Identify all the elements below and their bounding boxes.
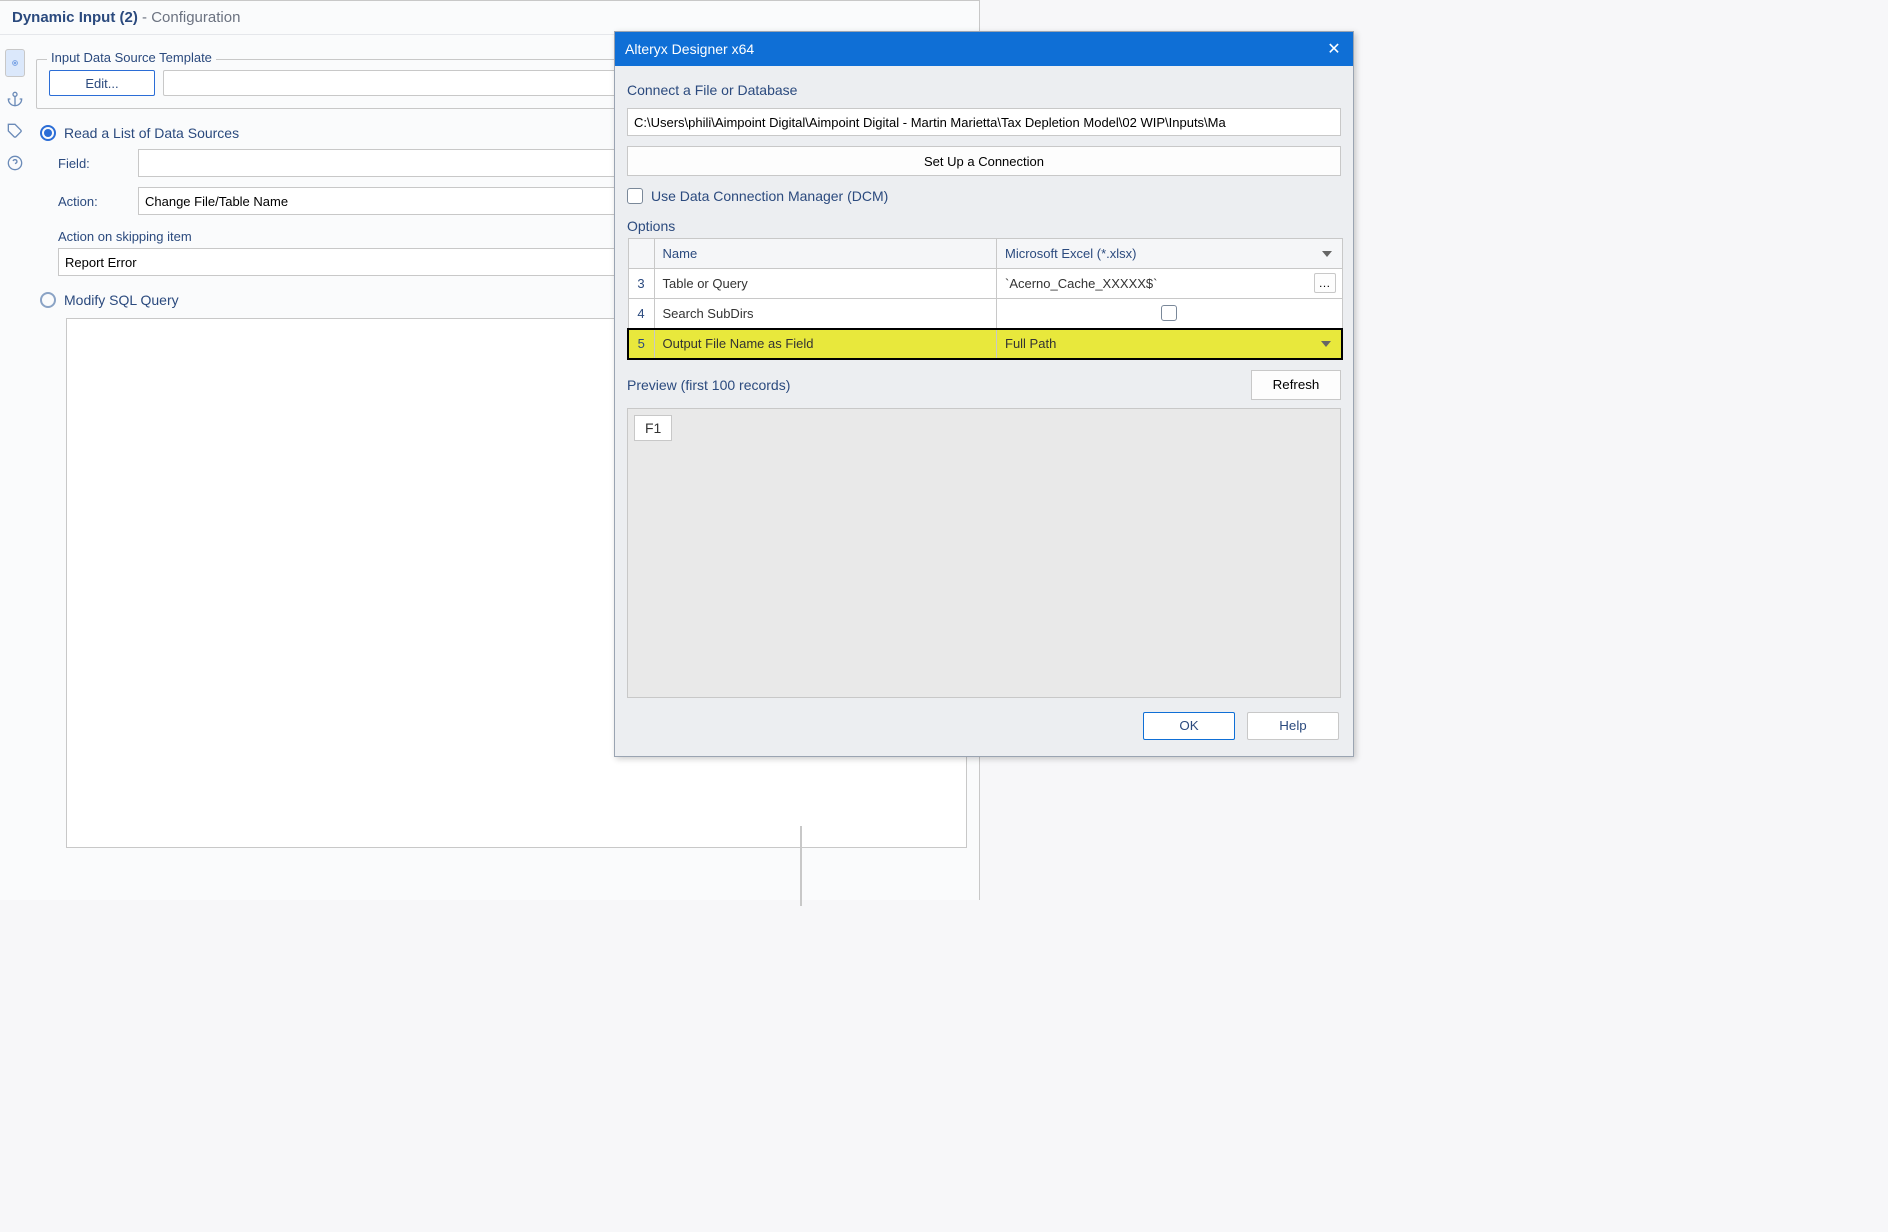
opt-name: Table or Query — [654, 269, 997, 299]
dcm-checkbox-row[interactable]: Use Data Connection Manager (DCM) — [627, 188, 1341, 204]
output-filename-select[interactable]: Full Path — [997, 329, 1343, 359]
field-label: Field: — [58, 156, 128, 171]
setup-connection-button[interactable]: Set Up a Connection — [627, 146, 1341, 176]
options-corner — [628, 239, 654, 269]
help-icon[interactable] — [5, 153, 25, 173]
opt-value: `Acerno_Cache_XXXXX$` — [1005, 276, 1157, 291]
radio-selected-icon — [40, 125, 56, 141]
config-suffix: - Configuration — [142, 9, 240, 26]
preview-column-header[interactable]: F1 — [634, 415, 672, 441]
opt-value: Full Path — [1005, 336, 1056, 351]
edit-button[interactable]: Edit... — [49, 70, 155, 96]
row-num: 4 — [628, 299, 654, 329]
ellipsis-button[interactable]: … — [1314, 273, 1336, 293]
table-row: 4 Search SubDirs — [628, 299, 1342, 329]
search-subdirs-cell[interactable] — [997, 299, 1343, 329]
options-heading: Options — [627, 218, 1353, 234]
row-num: 5 — [628, 329, 654, 359]
help-button[interactable]: Help — [1247, 712, 1339, 740]
opt-name: Output File Name as Field — [654, 329, 997, 359]
canvas-divider — [800, 826, 802, 906]
config-icon-rail — [0, 37, 30, 173]
options-table: Name Microsoft Excel (*.xlsx) 3 Table or… — [627, 238, 1343, 360]
dialog-titlebar: Alteryx Designer x64 ✕ — [615, 32, 1353, 66]
radio-unselected-icon — [40, 292, 56, 308]
tool-name: Dynamic Input (2) — [12, 9, 138, 26]
checkbox-icon — [627, 188, 643, 204]
close-icon[interactable]: ✕ — [1325, 40, 1343, 58]
refresh-button[interactable]: Refresh — [1251, 370, 1341, 400]
anchor-icon[interactable] — [5, 89, 25, 109]
read-list-label: Read a List of Data Sources — [64, 125, 239, 141]
checkbox-icon — [1161, 305, 1177, 321]
preview-label: Preview (first 100 records) — [627, 377, 790, 393]
modify-sql-label: Modify SQL Query — [64, 292, 179, 308]
action-label: Action: — [58, 194, 128, 209]
gear-icon[interactable] — [5, 49, 25, 77]
dcm-label: Use Data Connection Manager (DCM) — [651, 188, 888, 204]
table-query-cell[interactable]: `Acerno_Cache_XXXXX$` … — [997, 269, 1343, 299]
config-title: Dynamic Input (2) - Configuration — [0, 1, 979, 35]
tag-icon[interactable] — [5, 121, 25, 141]
input-datasource-dialog: Alteryx Designer x64 ✕ Connect a File or… — [614, 31, 1354, 757]
file-path-input[interactable] — [627, 108, 1341, 136]
options-name-header: Name — [654, 239, 997, 269]
opt-name: Search SubDirs — [654, 299, 997, 329]
template-legend: Input Data Source Template — [47, 50, 216, 65]
dialog-title: Alteryx Designer x64 — [625, 41, 754, 57]
preview-grid[interactable]: F1 — [627, 408, 1341, 698]
table-row-highlighted: 5 Output File Name as Field Full Path — [628, 329, 1342, 359]
row-num: 3 — [628, 269, 654, 299]
table-row: 3 Table or Query `Acerno_Cache_XXXXX$` … — [628, 269, 1342, 299]
connect-heading: Connect a File or Database — [627, 82, 1341, 98]
ok-button[interactable]: OK — [1143, 712, 1235, 740]
options-format-select[interactable]: Microsoft Excel (*.xlsx) — [997, 239, 1343, 269]
